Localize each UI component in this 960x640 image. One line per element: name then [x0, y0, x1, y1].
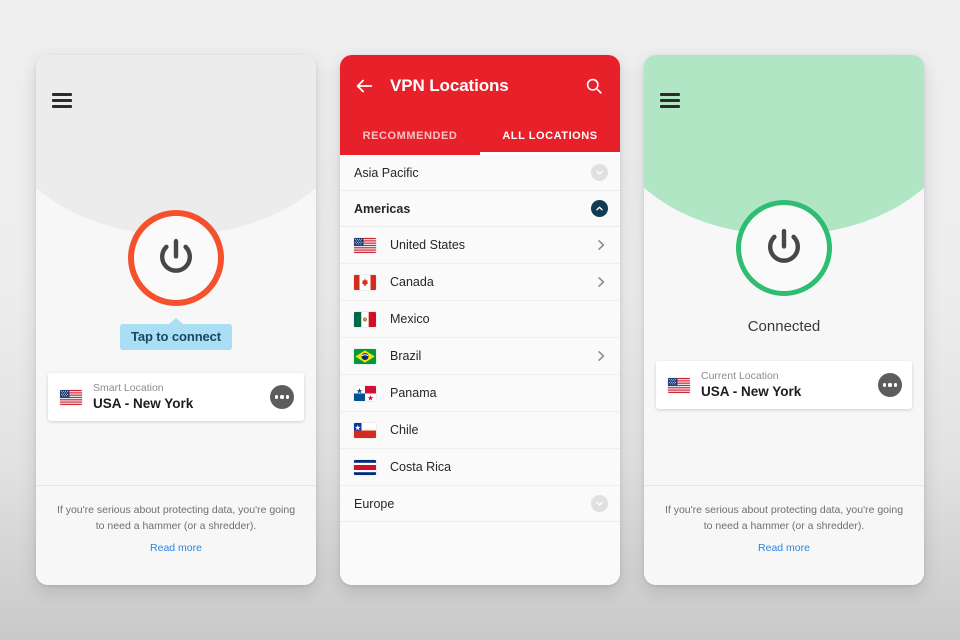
- dot: [882, 383, 887, 387]
- power-section-connected: Connected: [644, 200, 924, 335]
- us-flag-icon: [668, 378, 690, 393]
- tab-all-locations[interactable]: ALL LOCATIONS: [480, 117, 620, 155]
- ca-flag-icon: [354, 275, 376, 290]
- region-label: Americas: [354, 201, 411, 216]
- smart-location-card[interactable]: Smart Location USA - New York: [48, 373, 304, 421]
- dot: [893, 383, 898, 387]
- country-label: Chile: [390, 423, 419, 437]
- panel-vpn-locations: VPN Locations RECOMMENDED ALL LOCATIONS …: [340, 55, 620, 585]
- country-label: Brazil: [390, 349, 422, 363]
- connection-status-text: Connected: [747, 318, 821, 335]
- hamburger-bar: [52, 93, 72, 96]
- location-card-label: Current Location: [701, 369, 779, 382]
- country-row-chile[interactable]: Chile: [340, 412, 620, 449]
- more-options-icon[interactable]: [878, 373, 902, 397]
- app-bar: VPN Locations RECOMMENDED ALL LOCATIONS: [340, 55, 620, 155]
- tap-to-connect-tooltip[interactable]: Tap to connect: [119, 324, 233, 350]
- dot: [285, 395, 290, 399]
- region-row-americas[interactable]: Americas: [340, 191, 620, 227]
- country-label: Canada: [390, 275, 434, 289]
- panel-disconnected: Tap to connect Smart Location USA - New …: [36, 55, 316, 585]
- back-arrow-glyph: [356, 79, 373, 93]
- read-more-link[interactable]: Read more: [758, 542, 810, 554]
- power-icon: [768, 228, 800, 263]
- current-location-card[interactable]: Current Location USA - New York: [656, 361, 912, 409]
- country-label: Panama: [390, 386, 437, 400]
- chevron-right-icon[interactable]: [594, 349, 608, 363]
- search-icon[interactable]: [582, 74, 606, 98]
- hamburger-bar: [660, 105, 680, 108]
- promo-footer-disconnected: If you're serious about protecting data,…: [36, 485, 316, 585]
- hamburger-bar: [660, 93, 680, 96]
- country-row-costa-rica[interactable]: Costa Rica: [340, 449, 620, 486]
- hero-curve: [36, 55, 316, 235]
- search-glyph: [586, 78, 602, 94]
- phone-mockup-stage: Tap to connect Smart Location USA - New …: [0, 0, 960, 640]
- page-title: VPN Locations: [390, 76, 509, 95]
- chevron-down-glyph: [596, 170, 603, 175]
- dot: [888, 383, 892, 387]
- hamburger-bar: [52, 99, 72, 102]
- us-flag-icon: [60, 390, 82, 405]
- tab-recommended[interactable]: RECOMMENDED: [340, 117, 480, 155]
- panel-connected: Connected Current Location USA - New Yor…: [644, 55, 924, 585]
- more-options-icon[interactable]: [270, 385, 294, 409]
- hamburger-bar: [52, 105, 72, 108]
- chevron-right-icon[interactable]: [594, 275, 608, 289]
- country-row-brazil[interactable]: Brazil: [340, 338, 620, 375]
- cr-flag-icon: [354, 460, 376, 475]
- hamburger-menu-icon[interactable]: [660, 93, 680, 108]
- promo-text: If you're serious about protecting data,…: [56, 504, 296, 533]
- dot: [274, 395, 279, 399]
- location-card-name: USA - New York: [93, 395, 194, 411]
- chevron-right-icon[interactable]: [594, 238, 608, 252]
- dot: [280, 395, 284, 399]
- mx-flag-icon: [354, 312, 376, 327]
- locations-tabs: RECOMMENDED ALL LOCATIONS: [340, 117, 620, 155]
- hero-banner-disconnected: [36, 55, 316, 235]
- pa-flag-icon: [354, 386, 376, 401]
- br-flag-icon: [354, 349, 376, 364]
- chevron-up-glyph: [596, 206, 603, 211]
- power-button-connected[interactable]: [736, 200, 832, 296]
- chevron-down-glyph: [596, 501, 603, 506]
- power-section-disconnected: Tap to connect: [36, 210, 316, 350]
- chevron-up-icon[interactable]: [591, 200, 608, 217]
- country-label: United States: [390, 238, 466, 252]
- region-label: Europe: [354, 496, 395, 511]
- promo-text: If you're serious about protecting data,…: [664, 504, 904, 533]
- country-row-panama[interactable]: Panama: [340, 375, 620, 412]
- back-arrow-icon[interactable]: [352, 74, 376, 98]
- location-card-name: USA - New York: [701, 383, 802, 399]
- region-label: Asia Pacific: [354, 165, 419, 180]
- promo-footer-connected: If you're serious about protecting data,…: [644, 485, 924, 585]
- country-label: Mexico: [390, 312, 430, 326]
- region-row-europe[interactable]: Europe: [340, 486, 620, 522]
- country-label: Costa Rica: [390, 460, 452, 474]
- country-row-canada[interactable]: Canada: [340, 264, 620, 301]
- locations-list[interactable]: Asia Pacific Americas United States Cana…: [340, 155, 620, 585]
- read-more-link[interactable]: Read more: [150, 542, 202, 554]
- app-bar-top-row: VPN Locations: [340, 55, 620, 117]
- power-button-disconnected[interactable]: [128, 210, 224, 306]
- power-icon: [160, 238, 192, 273]
- hamburger-bar: [660, 99, 680, 102]
- location-card-label: Smart Location: [93, 381, 164, 394]
- hamburger-menu-icon[interactable]: [52, 93, 72, 108]
- region-row-asia-pacific[interactable]: Asia Pacific: [340, 155, 620, 191]
- country-row-united-states[interactable]: United States: [340, 227, 620, 264]
- location-texts: Current Location USA - New York: [701, 370, 878, 401]
- us-flag-icon: [354, 238, 376, 253]
- cl-flag-icon: [354, 423, 376, 438]
- chevron-down-icon[interactable]: [591, 495, 608, 512]
- location-texts: Smart Location USA - New York: [93, 382, 270, 413]
- chevron-down-icon[interactable]: [591, 164, 608, 181]
- country-row-mexico[interactable]: Mexico: [340, 301, 620, 338]
